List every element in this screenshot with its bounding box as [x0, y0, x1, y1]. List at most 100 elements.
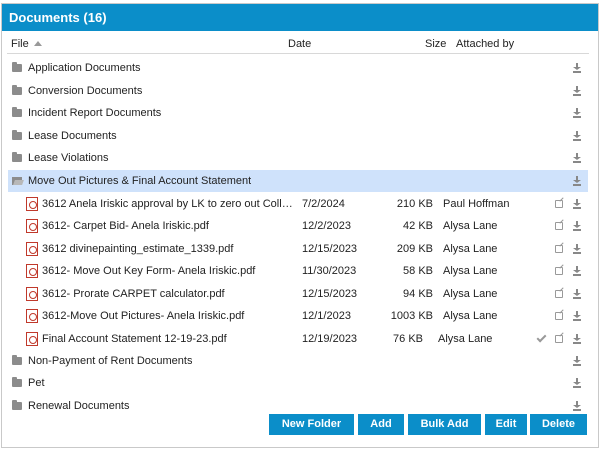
download-icon[interactable]	[573, 108, 581, 118]
pdf-file-icon	[26, 242, 38, 256]
file-row[interactable]: Final Account Statement 12-19-23.pdf 12/…	[8, 328, 588, 350]
file-attached-by: Alysa Lane	[443, 243, 498, 255]
folder-row[interactable]: Incident Report Documents	[8, 102, 588, 124]
folder-icon	[12, 355, 22, 365]
open-external-icon[interactable]	[555, 245, 563, 253]
folder-open-icon	[12, 177, 24, 185]
download-icon[interactable]	[573, 86, 581, 96]
folder-name: Incident Report Documents	[28, 107, 162, 119]
download-icon[interactable]	[573, 289, 581, 299]
pdf-file-icon	[26, 287, 38, 301]
download-icon[interactable]	[573, 244, 581, 254]
file-row[interactable]: 3612 divinepainting_estimate_1339.pdf 12…	[8, 238, 588, 260]
file-date: 11/30/2023	[302, 265, 357, 277]
folder-name: Move Out Pictures & Final Account Statem…	[28, 175, 252, 187]
folder-name: Conversion Documents	[28, 85, 143, 97]
open-external-icon[interactable]	[555, 290, 563, 298]
column-header-attached-by[interactable]: Attached by	[456, 38, 514, 50]
column-header-file[interactable]: File	[11, 38, 42, 50]
file-date: 7/2/2024	[302, 198, 345, 210]
delete-button[interactable]: Delete	[530, 414, 587, 435]
open-external-icon[interactable]	[555, 200, 563, 208]
sort-ascending-icon	[33, 41, 42, 46]
file-name[interactable]: 3612 Anela Iriskic approval by LK to zer…	[42, 193, 294, 215]
open-external-icon[interactable]	[555, 312, 563, 320]
pdf-file-icon	[26, 219, 38, 233]
file-date: 12/15/2023	[302, 288, 358, 300]
file-name[interactable]: 3612- Move Out Key Form- Anela Iriskic.p…	[42, 260, 294, 282]
file-size: 209 KB	[396, 243, 433, 255]
panel-title: Documents (16)	[2, 4, 598, 31]
folder-row[interactable]: Application Documents	[8, 57, 588, 79]
download-icon[interactable]	[573, 131, 581, 141]
folder-icon	[12, 62, 22, 72]
file-name[interactable]: 3612-Move Out Pictures- Anela Iriskic.pd…	[42, 305, 294, 327]
new-folder-button[interactable]: New Folder	[269, 414, 354, 435]
folder-name: Lease Documents	[28, 130, 117, 142]
pdf-file-icon	[26, 264, 38, 278]
open-external-icon[interactable]	[555, 222, 563, 230]
download-icon[interactable]	[573, 334, 581, 344]
folder-row[interactable]: Conversion Documents	[8, 80, 588, 102]
download-icon[interactable]	[573, 378, 581, 388]
file-name[interactable]: Final Account Statement 12-19-23.pdf	[42, 328, 294, 350]
file-size: 58 KB	[403, 265, 433, 277]
file-row[interactable]: 3612- Prorate CARPET calculator.pdf 12/1…	[8, 283, 588, 305]
file-row[interactable]: 3612 Anela Iriskic approval by LK to zer…	[8, 193, 588, 215]
bulk-add-button[interactable]: Bulk Add	[408, 414, 481, 435]
file-row[interactable]: 3612- Carpet Bid- Anela Iriskic.pdf 12/2…	[8, 215, 588, 237]
file-attached-by: Alysa Lane	[438, 333, 493, 345]
file-date: 12/15/2023	[302, 243, 358, 255]
file-size: 210 KB	[396, 198, 433, 210]
file-attached-by: Alysa Lane	[443, 310, 498, 322]
file-attached-by: Alysa Lane	[443, 265, 498, 277]
file-name[interactable]: 3612- Prorate CARPET calculator.pdf	[42, 283, 294, 305]
header-divider	[7, 53, 589, 54]
folder-name: Renewal Documents	[28, 400, 130, 412]
column-header-size[interactable]: Size	[425, 38, 446, 50]
folder-row[interactable]: Pet	[8, 372, 588, 394]
file-row[interactable]: 3612- Move Out Key Form- Anela Iriskic.p…	[8, 260, 588, 282]
download-icon[interactable]	[573, 199, 581, 209]
column-header-date[interactable]: Date	[288, 38, 311, 50]
file-size: 42 KB	[403, 220, 433, 232]
file-size: 76 KB	[393, 333, 423, 345]
folder-icon	[12, 152, 22, 162]
add-button[interactable]: Add	[358, 414, 404, 435]
column-label-file: File	[11, 38, 29, 50]
download-icon[interactable]	[573, 63, 581, 73]
folder-row[interactable]: Lease Violations	[8, 147, 588, 169]
folder-icon	[12, 400, 22, 410]
file-attached-by: Paul Hoffman	[443, 198, 510, 210]
file-size: 1003 KB	[390, 310, 433, 322]
file-name[interactable]: 3612- Carpet Bid- Anela Iriskic.pdf	[42, 215, 294, 237]
download-icon[interactable]	[573, 266, 581, 276]
folder-icon	[12, 377, 22, 387]
pdf-file-icon	[26, 309, 38, 323]
folder-row[interactable]: Non-Payment of Rent Documents	[8, 350, 588, 372]
pdf-file-icon	[26, 197, 38, 211]
checkmark-icon	[536, 332, 547, 343]
file-row[interactable]: 3612-Move Out Pictures- Anela Iriskic.pd…	[8, 305, 588, 327]
folder-row-open[interactable]: Move Out Pictures & Final Account Statem…	[8, 170, 588, 192]
download-icon[interactable]	[573, 153, 581, 163]
download-icon[interactable]	[573, 311, 581, 321]
download-icon[interactable]	[573, 176, 581, 186]
download-icon[interactable]	[573, 221, 581, 231]
folder-name: Application Documents	[28, 62, 141, 74]
file-attached-by: Alysa Lane	[443, 288, 498, 300]
folder-name: Non-Payment of Rent Documents	[28, 355, 193, 367]
file-date: 12/1/2023	[302, 310, 351, 322]
download-icon[interactable]	[573, 356, 581, 366]
open-external-icon[interactable]	[555, 267, 563, 275]
folder-name: Lease Violations	[28, 152, 109, 164]
download-icon[interactable]	[573, 401, 581, 411]
file-size: 94 KB	[403, 288, 433, 300]
folder-row[interactable]: Lease Documents	[8, 125, 588, 147]
file-attached-by: Alysa Lane	[443, 220, 498, 232]
edit-button[interactable]: Edit	[485, 414, 527, 435]
pdf-file-icon	[26, 332, 38, 346]
file-name[interactable]: 3612 divinepainting_estimate_1339.pdf	[42, 238, 294, 260]
file-date: 12/2/2023	[302, 220, 351, 232]
open-external-icon[interactable]	[555, 335, 563, 343]
